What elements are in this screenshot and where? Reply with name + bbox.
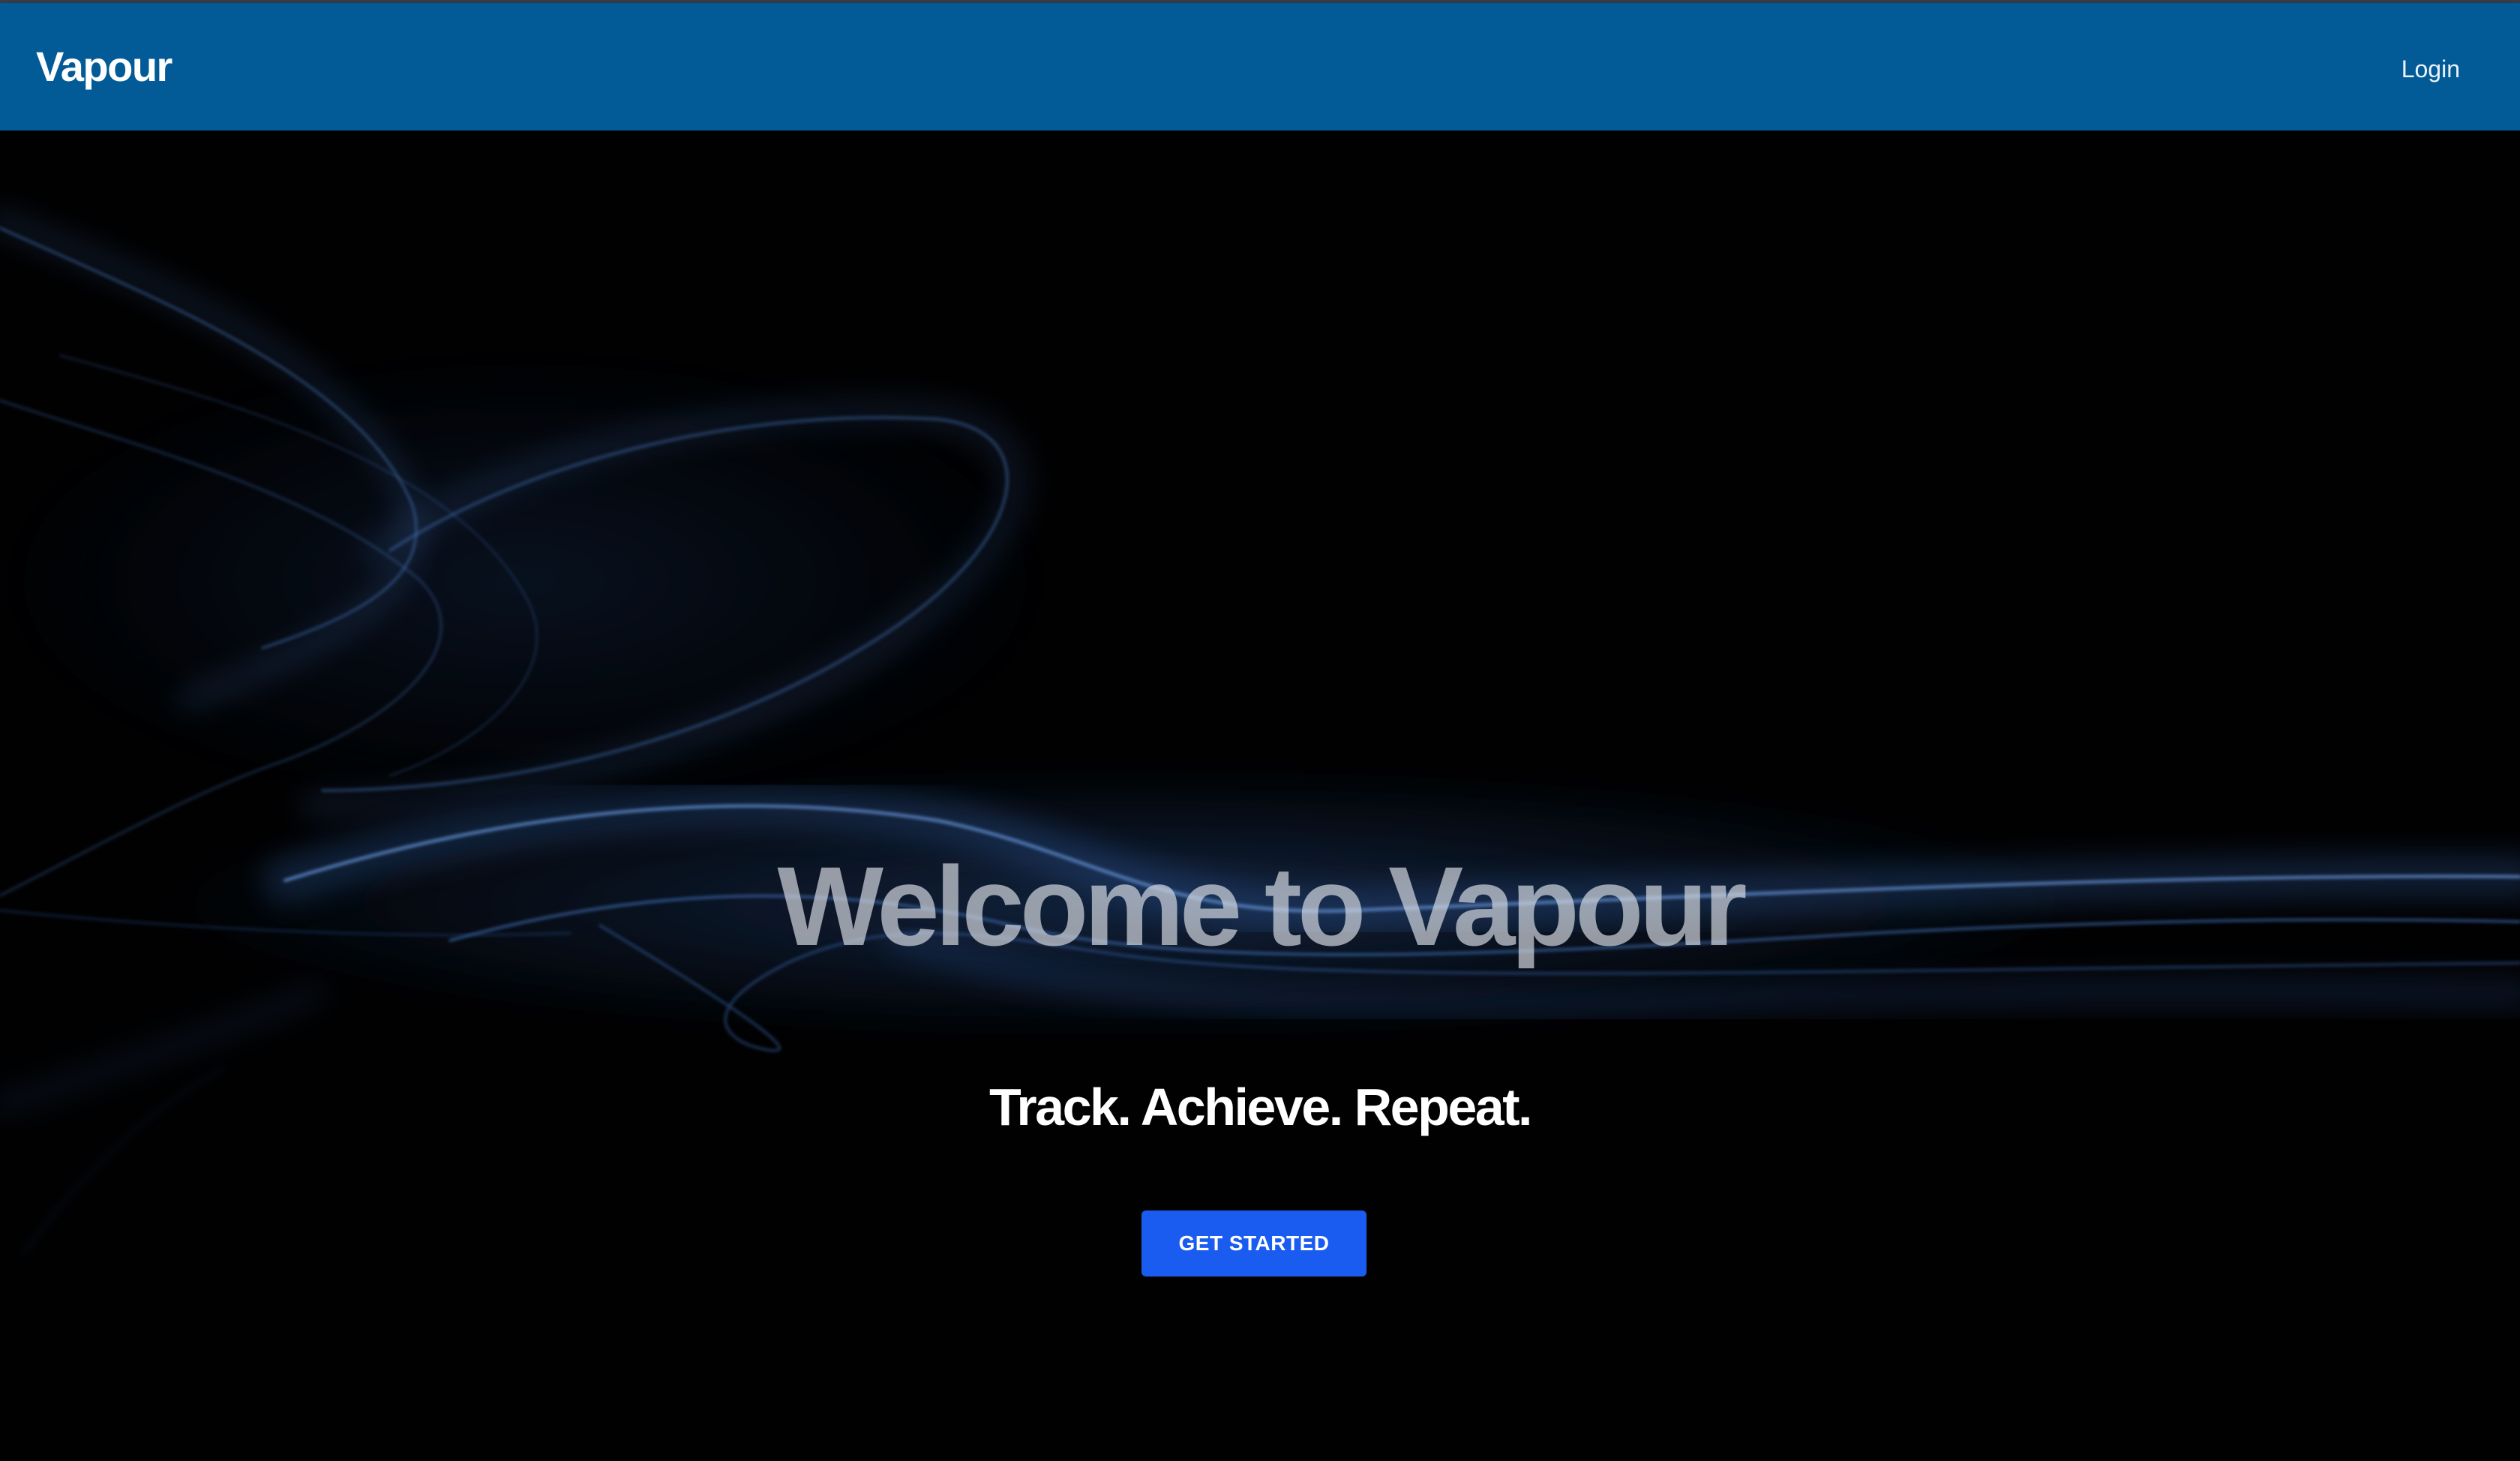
hero-section: Welcome to Vapour Track. Achieve. Repeat… [0,130,2520,1461]
get-started-button[interactable]: GET STARTED [1142,1210,1366,1276]
brand-logo[interactable]: Vapour [36,42,172,91]
hero-tagline: Track. Achieve. Repeat. [989,1078,1532,1136]
login-link[interactable]: Login [2402,56,2460,83]
top-navbar: Vapour Login [0,3,2520,130]
hero-headline: Welcome to Vapour [777,843,1747,969]
